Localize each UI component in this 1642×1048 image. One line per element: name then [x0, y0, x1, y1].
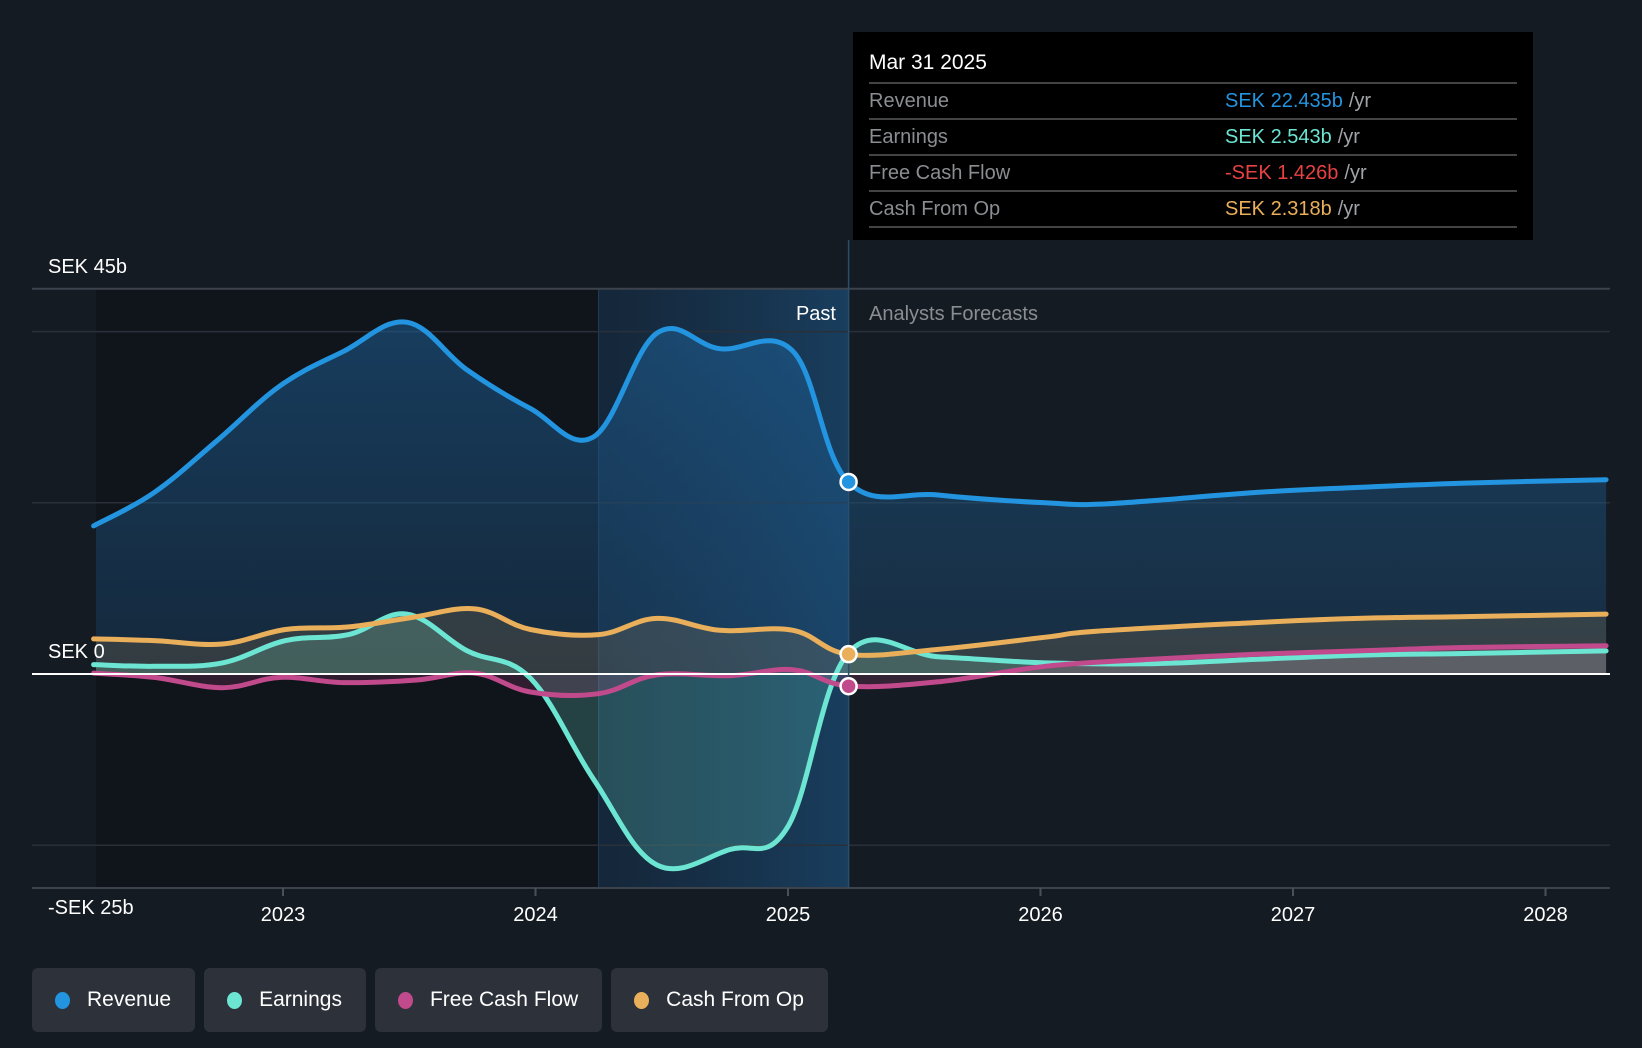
- past-label: Past: [796, 303, 836, 325]
- legend-label: Earnings: [259, 988, 342, 1011]
- earnings-dot-icon: [227, 991, 243, 1009]
- tooltip: Mar 31 2025 Revenue SEK 22.435b /yr Earn…: [853, 32, 1533, 240]
- legend-label: Cash From Op: [666, 988, 804, 1011]
- tooltip-label: Cash From Op: [869, 198, 1001, 220]
- x-axis-label: 2028: [1523, 904, 1568, 926]
- y-axis-label: -SEK 25b: [48, 897, 134, 919]
- forecast-label: Analysts Forecasts: [869, 303, 1038, 325]
- tooltip-value: -SEK 1.426b: [1225, 162, 1339, 184]
- legend-fcf-button[interactable]: Free Cash Flow: [374, 968, 603, 1032]
- tooltip-label: Free Cash Flow: [869, 162, 1011, 184]
- cfo-dot-icon: [634, 991, 650, 1009]
- legend-cfo-button[interactable]: Cash From Op: [611, 968, 828, 1032]
- tooltip-row-revenue: Revenue SEK 22.435b /yr: [869, 84, 1517, 120]
- legend: Revenue Earnings Free Cash Flow Cash Fro…: [32, 968, 828, 1032]
- tooltip-row-cfo: Cash From Op SEK 2.318b /yr: [869, 192, 1517, 228]
- tooltip-row-fcf: Free Cash Flow -SEK 1.426b /yr: [869, 156, 1517, 192]
- tooltip-date: Mar 31 2025: [869, 46, 1517, 84]
- tooltip-value: SEK 2.318b: [1225, 198, 1332, 220]
- y-axis-label: SEK 0: [48, 641, 105, 663]
- legend-label: Free Cash Flow: [429, 988, 579, 1011]
- tooltip-unit: /yr: [1337, 126, 1360, 148]
- tooltip-unit: /yr: [1337, 198, 1360, 220]
- tooltip-unit: /yr: [1344, 162, 1367, 184]
- tooltip-row-earnings: Earnings SEK 2.543b /yr: [869, 120, 1517, 156]
- x-axis-label: 2027: [1271, 904, 1316, 926]
- tooltip-value: SEK 2.543b: [1225, 126, 1332, 148]
- y-axis-label: SEK 45b: [48, 256, 127, 278]
- legend-revenue-button[interactable]: Revenue: [32, 968, 196, 1032]
- x-axis-label: 2026: [1018, 904, 1063, 926]
- tooltip-label: Earnings: [869, 126, 948, 148]
- legend-earnings-button[interactable]: Earnings: [204, 968, 366, 1032]
- cash-from-op-highlight-point: [839, 644, 858, 664]
- tooltip-value: SEK 22.435b: [1225, 90, 1343, 112]
- tooltip-label: Revenue: [869, 90, 950, 112]
- x-axis-label: 2024: [513, 904, 558, 926]
- fcf-dot-icon: [397, 991, 413, 1009]
- revenue-highlight-point: [839, 472, 858, 492]
- tooltip-unit: /yr: [1348, 90, 1372, 112]
- revenue-dot-icon: [55, 991, 70, 1009]
- free-cash-flow-highlight-point: [839, 676, 858, 696]
- legend-label: Revenue: [87, 988, 172, 1011]
- x-axis-label: 2023: [261, 904, 306, 926]
- x-axis-label: 2025: [766, 904, 811, 926]
